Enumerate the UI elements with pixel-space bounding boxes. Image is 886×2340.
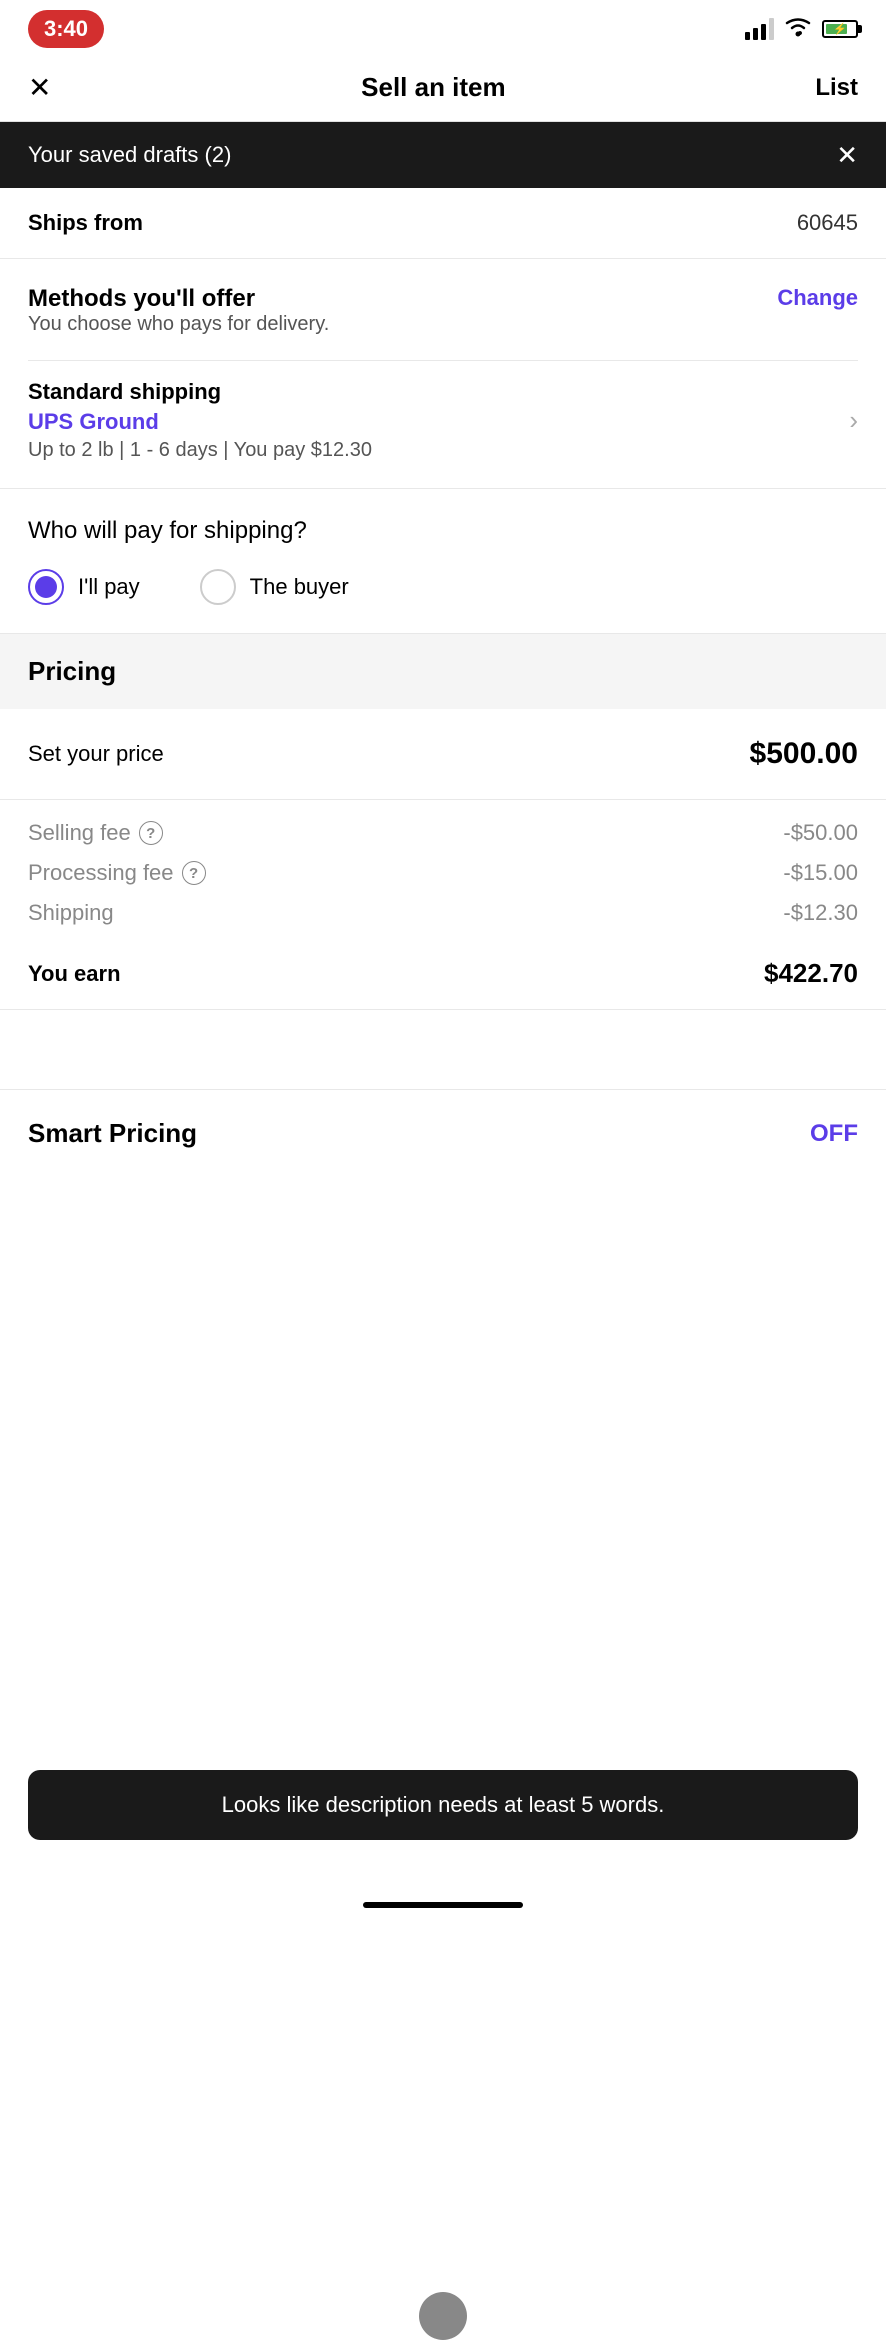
methods-title-group: Methods you'll offer You choose who pays… <box>28 285 329 356</box>
shipping-type: Standard shipping <box>28 379 849 405</box>
methods-header: Methods you'll offer You choose who pays… <box>28 285 858 356</box>
processing-fee-value: -$15.00 <box>783 860 858 886</box>
battery-icon: ⚡ <box>822 20 858 38</box>
drafts-banner: Your saved drafts (2) ✕ <box>0 122 886 188</box>
processing-fee-row: Processing fee ? -$15.00 <box>28 860 858 886</box>
methods-change-button[interactable]: Change <box>777 285 858 311</box>
radio-label-buyer: The buyer <box>250 574 349 600</box>
status-bar: 3:40 ⚡ <box>0 0 886 54</box>
shipping-option-content: Standard shipping UPS Ground Up to 2 lb … <box>28 379 849 462</box>
status-icons: ⚡ <box>745 15 858 43</box>
selling-fee-row: Selling fee ? -$50.00 <box>28 820 858 846</box>
shipping-option[interactable]: Standard shipping UPS Ground Up to 2 lb … <box>28 360 858 468</box>
status-time: 3:40 <box>28 10 104 48</box>
selling-fee-info-icon[interactable]: ? <box>139 821 163 845</box>
drafts-text: Your saved drafts (2) <box>28 142 231 168</box>
radio-inner-seller <box>35 576 57 598</box>
shipping-chevron-icon: › <box>849 405 858 436</box>
drafts-close-button[interactable]: ✕ <box>836 140 858 171</box>
ships-from-row: Ships from 60645 <box>0 188 886 259</box>
you-earn-value: $422.70 <box>764 958 858 989</box>
pricing-title: Pricing <box>28 656 116 686</box>
selling-fee-value: -$50.00 <box>783 820 858 846</box>
ships-from-label: Ships from <box>28 210 143 236</box>
radio-options: I'll pay The buyer <box>28 569 858 605</box>
set-price-row[interactable]: Set your price $500.00 <box>0 709 886 800</box>
home-indicator <box>363 1902 523 1908</box>
methods-section: Methods you'll offer You choose who pays… <box>0 259 886 489</box>
set-price-value: $500.00 <box>750 737 858 771</box>
set-price-label: Set your price <box>28 741 164 767</box>
toast-text: Looks like description needs at least 5 … <box>222 1792 665 1817</box>
list-button[interactable]: List <box>815 74 858 102</box>
processing-fee-info-icon[interactable]: ? <box>182 861 206 885</box>
radio-circle-buyer[interactable] <box>200 569 236 605</box>
shipping-carrier: UPS Ground <box>28 409 849 435</box>
you-earn-row: You earn $422.70 <box>28 940 858 989</box>
radio-circle-seller[interactable] <box>28 569 64 605</box>
toast-notification: Looks like description needs at least 5 … <box>28 1770 858 1840</box>
scroll-area <box>0 1010 886 1090</box>
processing-fee-label: Processing fee ? <box>28 860 206 886</box>
selling-fee-label: Selling fee ? <box>28 820 163 846</box>
radio-option-seller[interactable]: I'll pay <box>28 569 140 605</box>
who-pays-title: Who will pay for shipping? <box>28 517 858 545</box>
wifi-icon <box>784 15 812 43</box>
ships-from-value: 60645 <box>797 210 858 236</box>
methods-subtitle: You choose who pays for delivery. <box>28 313 329 336</box>
signal-icon <box>745 18 774 40</box>
close-button[interactable]: ✕ <box>28 71 51 104</box>
radio-option-buyer[interactable]: The buyer <box>200 569 349 605</box>
radio-label-seller: I'll pay <box>78 574 140 600</box>
scroll-indicator <box>419 2292 467 2340</box>
header: ✕ Sell an item List <box>0 54 886 122</box>
shipping-fee-value: -$12.30 <box>783 900 858 926</box>
shipping-fee-row: Shipping -$12.30 <box>28 900 858 926</box>
methods-title: Methods you'll offer <box>28 285 329 313</box>
shipping-details: Up to 2 lb | 1 - 6 days | You pay $12.30 <box>28 439 849 462</box>
main-content: Ships from 60645 Methods you'll offer Yo… <box>0 188 886 1177</box>
smart-pricing-value: OFF <box>810 1120 858 1148</box>
shipping-fee-label: Shipping <box>28 900 114 926</box>
page-title: Sell an item <box>361 72 506 103</box>
pricing-header: Pricing <box>0 634 886 709</box>
you-earn-label: You earn <box>28 961 121 987</box>
smart-pricing-label: Smart Pricing <box>28 1118 197 1149</box>
fees-section: Selling fee ? -$50.00 Processing fee ? -… <box>0 800 886 1010</box>
smart-pricing-row[interactable]: Smart Pricing OFF <box>0 1090 886 1177</box>
who-pays-section: Who will pay for shipping? I'll pay The … <box>0 489 886 634</box>
